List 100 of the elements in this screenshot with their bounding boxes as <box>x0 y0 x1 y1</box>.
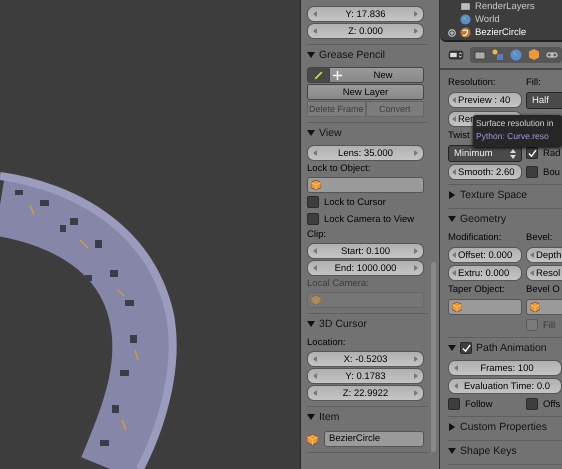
cube-icon <box>311 295 321 305</box>
field-label: Modification: <box>448 231 502 245</box>
increment-arrow-icon[interactable] <box>414 150 418 156</box>
object-field[interactable] <box>526 299 562 315</box>
disclosure-triangle-icon[interactable] <box>307 320 315 328</box>
decrement-arrow-icon[interactable] <box>313 11 317 17</box>
number-field[interactable]: Smooth: 2.60 <box>448 164 522 180</box>
decrement-arrow-icon[interactable] <box>452 270 456 276</box>
panel-title[interactable]: Grease Pencil <box>319 49 385 61</box>
globe-icon <box>460 14 471 25</box>
checkbox[interactable] <box>307 213 319 225</box>
checkbox[interactable] <box>526 166 538 178</box>
increment-arrow-icon[interactable] <box>414 373 418 379</box>
increment-arrow-icon[interactable] <box>414 11 418 17</box>
decrement-arrow-icon[interactable] <box>452 169 456 175</box>
checkbox[interactable] <box>448 398 460 410</box>
disclosure-triangle-icon[interactable] <box>448 215 456 223</box>
panel-title[interactable]: Path Animation <box>476 342 547 354</box>
checkbox[interactable] <box>526 147 538 159</box>
decrement-arrow-icon[interactable] <box>313 248 317 254</box>
number-field[interactable]: Extru: 0.000 <box>448 265 522 281</box>
draw-button[interactable] <box>307 67 329 83</box>
checkbox[interactable] <box>460 342 472 354</box>
increment-arrow-icon[interactable] <box>414 248 418 254</box>
panel-title[interactable]: Item <box>319 411 340 423</box>
panel-title[interactable]: Geometry <box>460 213 506 225</box>
object-name-field[interactable]: BezierCircle <box>324 431 424 447</box>
number-field[interactable]: Evaluation Time: 0.0 <box>448 378 562 394</box>
decrement-arrow-icon[interactable] <box>454 365 458 371</box>
decrement-arrow-icon[interactable] <box>452 252 456 258</box>
dropdown[interactable]: Half <box>526 92 562 109</box>
new-layer-button[interactable]: New Layer <box>307 84 424 100</box>
number-field[interactable]: Y: 0.1783 <box>307 368 424 384</box>
disclosure-triangle-icon[interactable] <box>307 413 315 421</box>
number-field[interactable]: Start: 0.100 <box>307 243 424 259</box>
disclosure-triangle-icon[interactable] <box>448 423 456 431</box>
checkbox-label[interactable]: Bou <box>543 166 560 178</box>
decrement-arrow-icon[interactable] <box>313 150 317 156</box>
number-field[interactable]: Z: 0.000 <box>307 23 424 39</box>
cube-icon <box>307 434 318 444</box>
number-field[interactable]: Lens: 35.000 <box>307 145 424 161</box>
field-label: Resolution: <box>448 76 496 90</box>
panel-title[interactable]: Custom Properties <box>460 421 547 433</box>
decrement-arrow-icon[interactable] <box>530 270 534 276</box>
checkbox[interactable] <box>526 398 538 410</box>
decrement-arrow-icon[interactable] <box>313 356 317 362</box>
plus-icon <box>333 70 342 80</box>
panel-title[interactable]: Shape Keys <box>460 445 517 457</box>
cube-icon <box>311 180 321 190</box>
disclosure-triangle-icon[interactable] <box>307 51 315 59</box>
decrement-arrow-icon[interactable] <box>452 116 456 122</box>
decrement-arrow-icon[interactable] <box>313 265 317 271</box>
number-field[interactable]: Z: 22.9922 <box>307 385 424 401</box>
number-field[interactable]: Depth <box>526 247 562 263</box>
editor-type-icon[interactable] <box>448 48 464 62</box>
panel-title[interactable]: Texture Space <box>460 189 528 201</box>
checkbox-label[interactable]: Lock to Cursor <box>324 196 386 208</box>
decrement-arrow-icon[interactable] <box>313 390 317 396</box>
decrement-arrow-icon[interactable] <box>530 252 534 258</box>
scrollbar-thumb[interactable] <box>431 262 436 452</box>
expand-icon[interactable] <box>448 28 456 36</box>
number-field[interactable]: Preview : 40 <box>448 92 522 108</box>
number-field[interactable]: Frames: 100 <box>448 360 562 376</box>
increment-arrow-icon[interactable] <box>414 265 418 271</box>
new-button[interactable]: New <box>329 67 424 83</box>
disclosure-triangle-icon[interactable] <box>448 447 456 455</box>
increment-arrow-icon[interactable] <box>414 390 418 396</box>
decrement-arrow-icon[interactable] <box>313 373 317 379</box>
disclosure-triangle-icon[interactable] <box>448 344 456 352</box>
checkbox-label[interactable]: Follow <box>465 398 492 410</box>
panel-title[interactable]: View <box>319 127 342 139</box>
number-field[interactable]: Y: 17.836 <box>307 6 424 22</box>
cube-icon[interactable] <box>527 48 541 62</box>
scene-icon[interactable] <box>491 48 505 62</box>
increment-arrow-icon[interactable] <box>414 28 418 34</box>
object-field[interactable] <box>448 299 522 315</box>
number-field[interactable]: Offset: 0.000 <box>448 247 522 263</box>
field-label: Fill: <box>526 76 541 90</box>
number-field[interactable]: Resol <box>526 265 562 281</box>
outliner-item[interactable]: BezierCircle <box>475 27 526 38</box>
panel-title[interactable]: 3D Cursor <box>319 318 367 330</box>
checkbox[interactable] <box>307 196 319 208</box>
number-field[interactable]: X: -0.5203 <box>307 351 424 367</box>
checkbox-label[interactable]: Rad <box>543 148 560 158</box>
globe-icon[interactable] <box>509 48 523 62</box>
object-field[interactable] <box>307 177 424 193</box>
dropdown[interactable]: Minimum <box>448 145 522 162</box>
decrement-arrow-icon[interactable] <box>452 97 456 103</box>
outliner-item[interactable]: World <box>475 14 500 25</box>
disclosure-triangle-icon[interactable] <box>448 191 456 199</box>
field-label: Twist <box>448 129 470 143</box>
number-field[interactable]: End: 1000.000 <box>307 260 424 276</box>
outliner-item[interactable]: RenderLayers <box>475 1 535 12</box>
disclosure-triangle-icon[interactable] <box>307 129 315 137</box>
field-label: Local Camera: <box>307 277 369 291</box>
decrement-arrow-icon[interactable] <box>454 383 458 389</box>
decrement-arrow-icon[interactable] <box>313 28 317 34</box>
checkbox-label[interactable]: Offs <box>543 398 560 410</box>
increment-arrow-icon[interactable] <box>414 356 418 362</box>
checkbox-label[interactable]: Lock Camera to View <box>324 214 414 224</box>
